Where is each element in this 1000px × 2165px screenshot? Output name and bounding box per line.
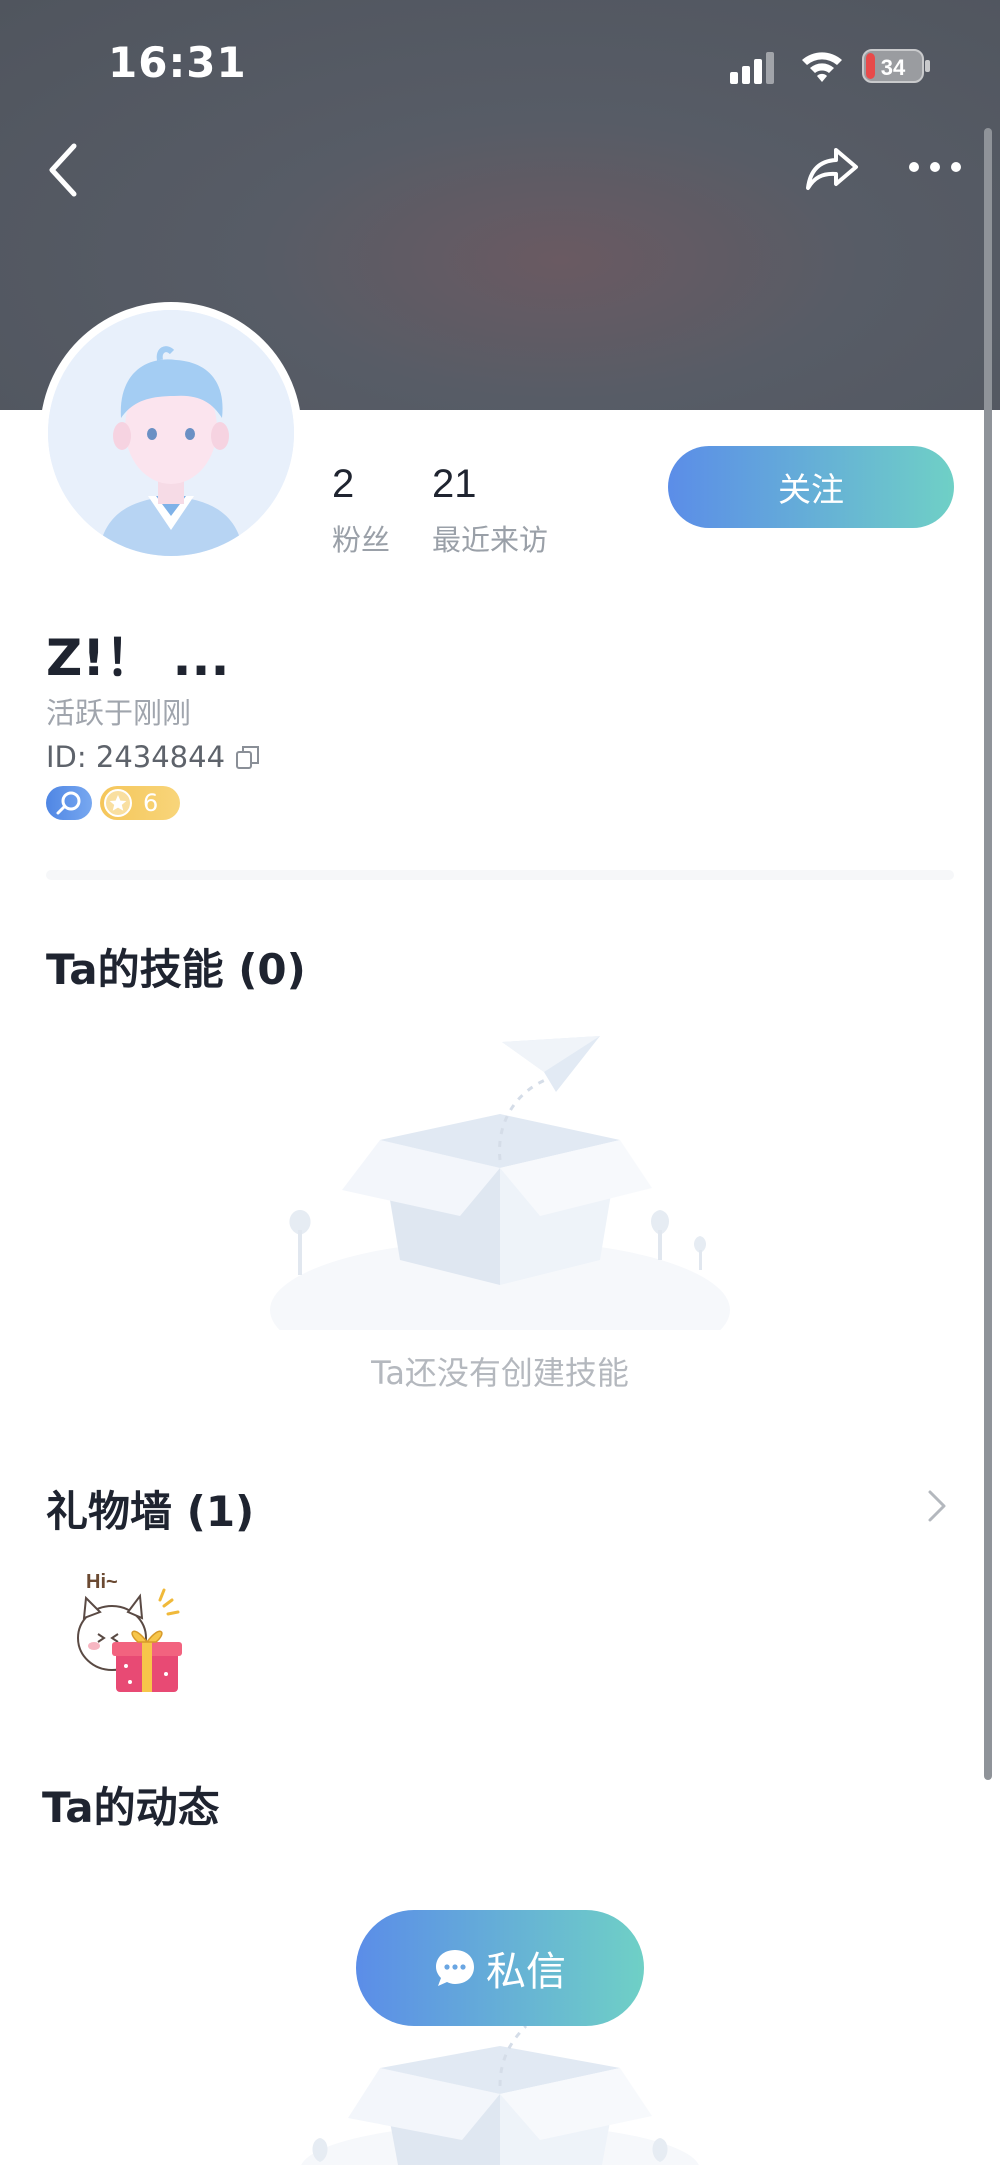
avatar-illustration [48,310,294,556]
gift-wall-title: 礼物墙 (1) [46,1487,255,1536]
username: Z!！ ... [46,629,230,687]
battery-level-text: 34 [881,55,906,80]
search-icon [56,791,81,815]
status-bar: 16:31 34 [0,0,1000,130]
followers-label: 粉丝 [332,523,391,557]
star-icon [104,789,132,817]
followers-count: 2 [332,462,355,506]
gift-hi-text: Hi~ [86,1571,118,1593]
gift-item[interactable]: Hi~ [68,1566,188,1696]
more-dots-icon[interactable] [908,152,962,182]
scrollbar[interactable] [984,128,992,1780]
wifi-icon [802,52,842,82]
section-divider [46,870,954,880]
empty-box-illustration [270,1036,730,1330]
user-id: ID: 2434844 [46,740,226,774]
private-message-button[interactable]: 私信 [356,1910,644,2026]
recent-visitors-label: 最近来访 [432,523,549,557]
level-badge: 6 [100,786,180,820]
skills-title: Ta的技能 (0) [46,945,306,994]
chevron-right-icon[interactable] [926,1488,948,1524]
empty-box-illustration-2 [301,2024,699,2165]
level-number: 6 [143,789,159,817]
search-badge [46,786,92,820]
skills-empty-text: Ta还没有创建技能 [371,1354,629,1392]
battery-icon: 34 [862,49,930,83]
signal-icon [730,52,774,84]
chat-bubble-icon [436,1950,474,1986]
moments-title: Ta的动态 [42,1783,220,1832]
back-chevron-icon[interactable] [44,140,84,200]
active-status: 活跃于刚刚 [46,696,192,730]
share-icon[interactable] [804,140,860,196]
avatar[interactable] [40,302,302,564]
status-time: 16:31 [108,38,247,87]
followers-stat[interactable]: 2 粉丝 [332,462,390,559]
recent-visitors-stat[interactable]: 21 最近来访 [432,462,548,559]
private-message-label: 私信 [486,1949,566,1995]
follow-button[interactable]: 关注 [668,446,954,528]
user-id-row: ID: 2434844 [46,740,261,774]
copy-icon[interactable] [235,744,261,770]
recent-visitors-count: 21 [432,462,477,506]
